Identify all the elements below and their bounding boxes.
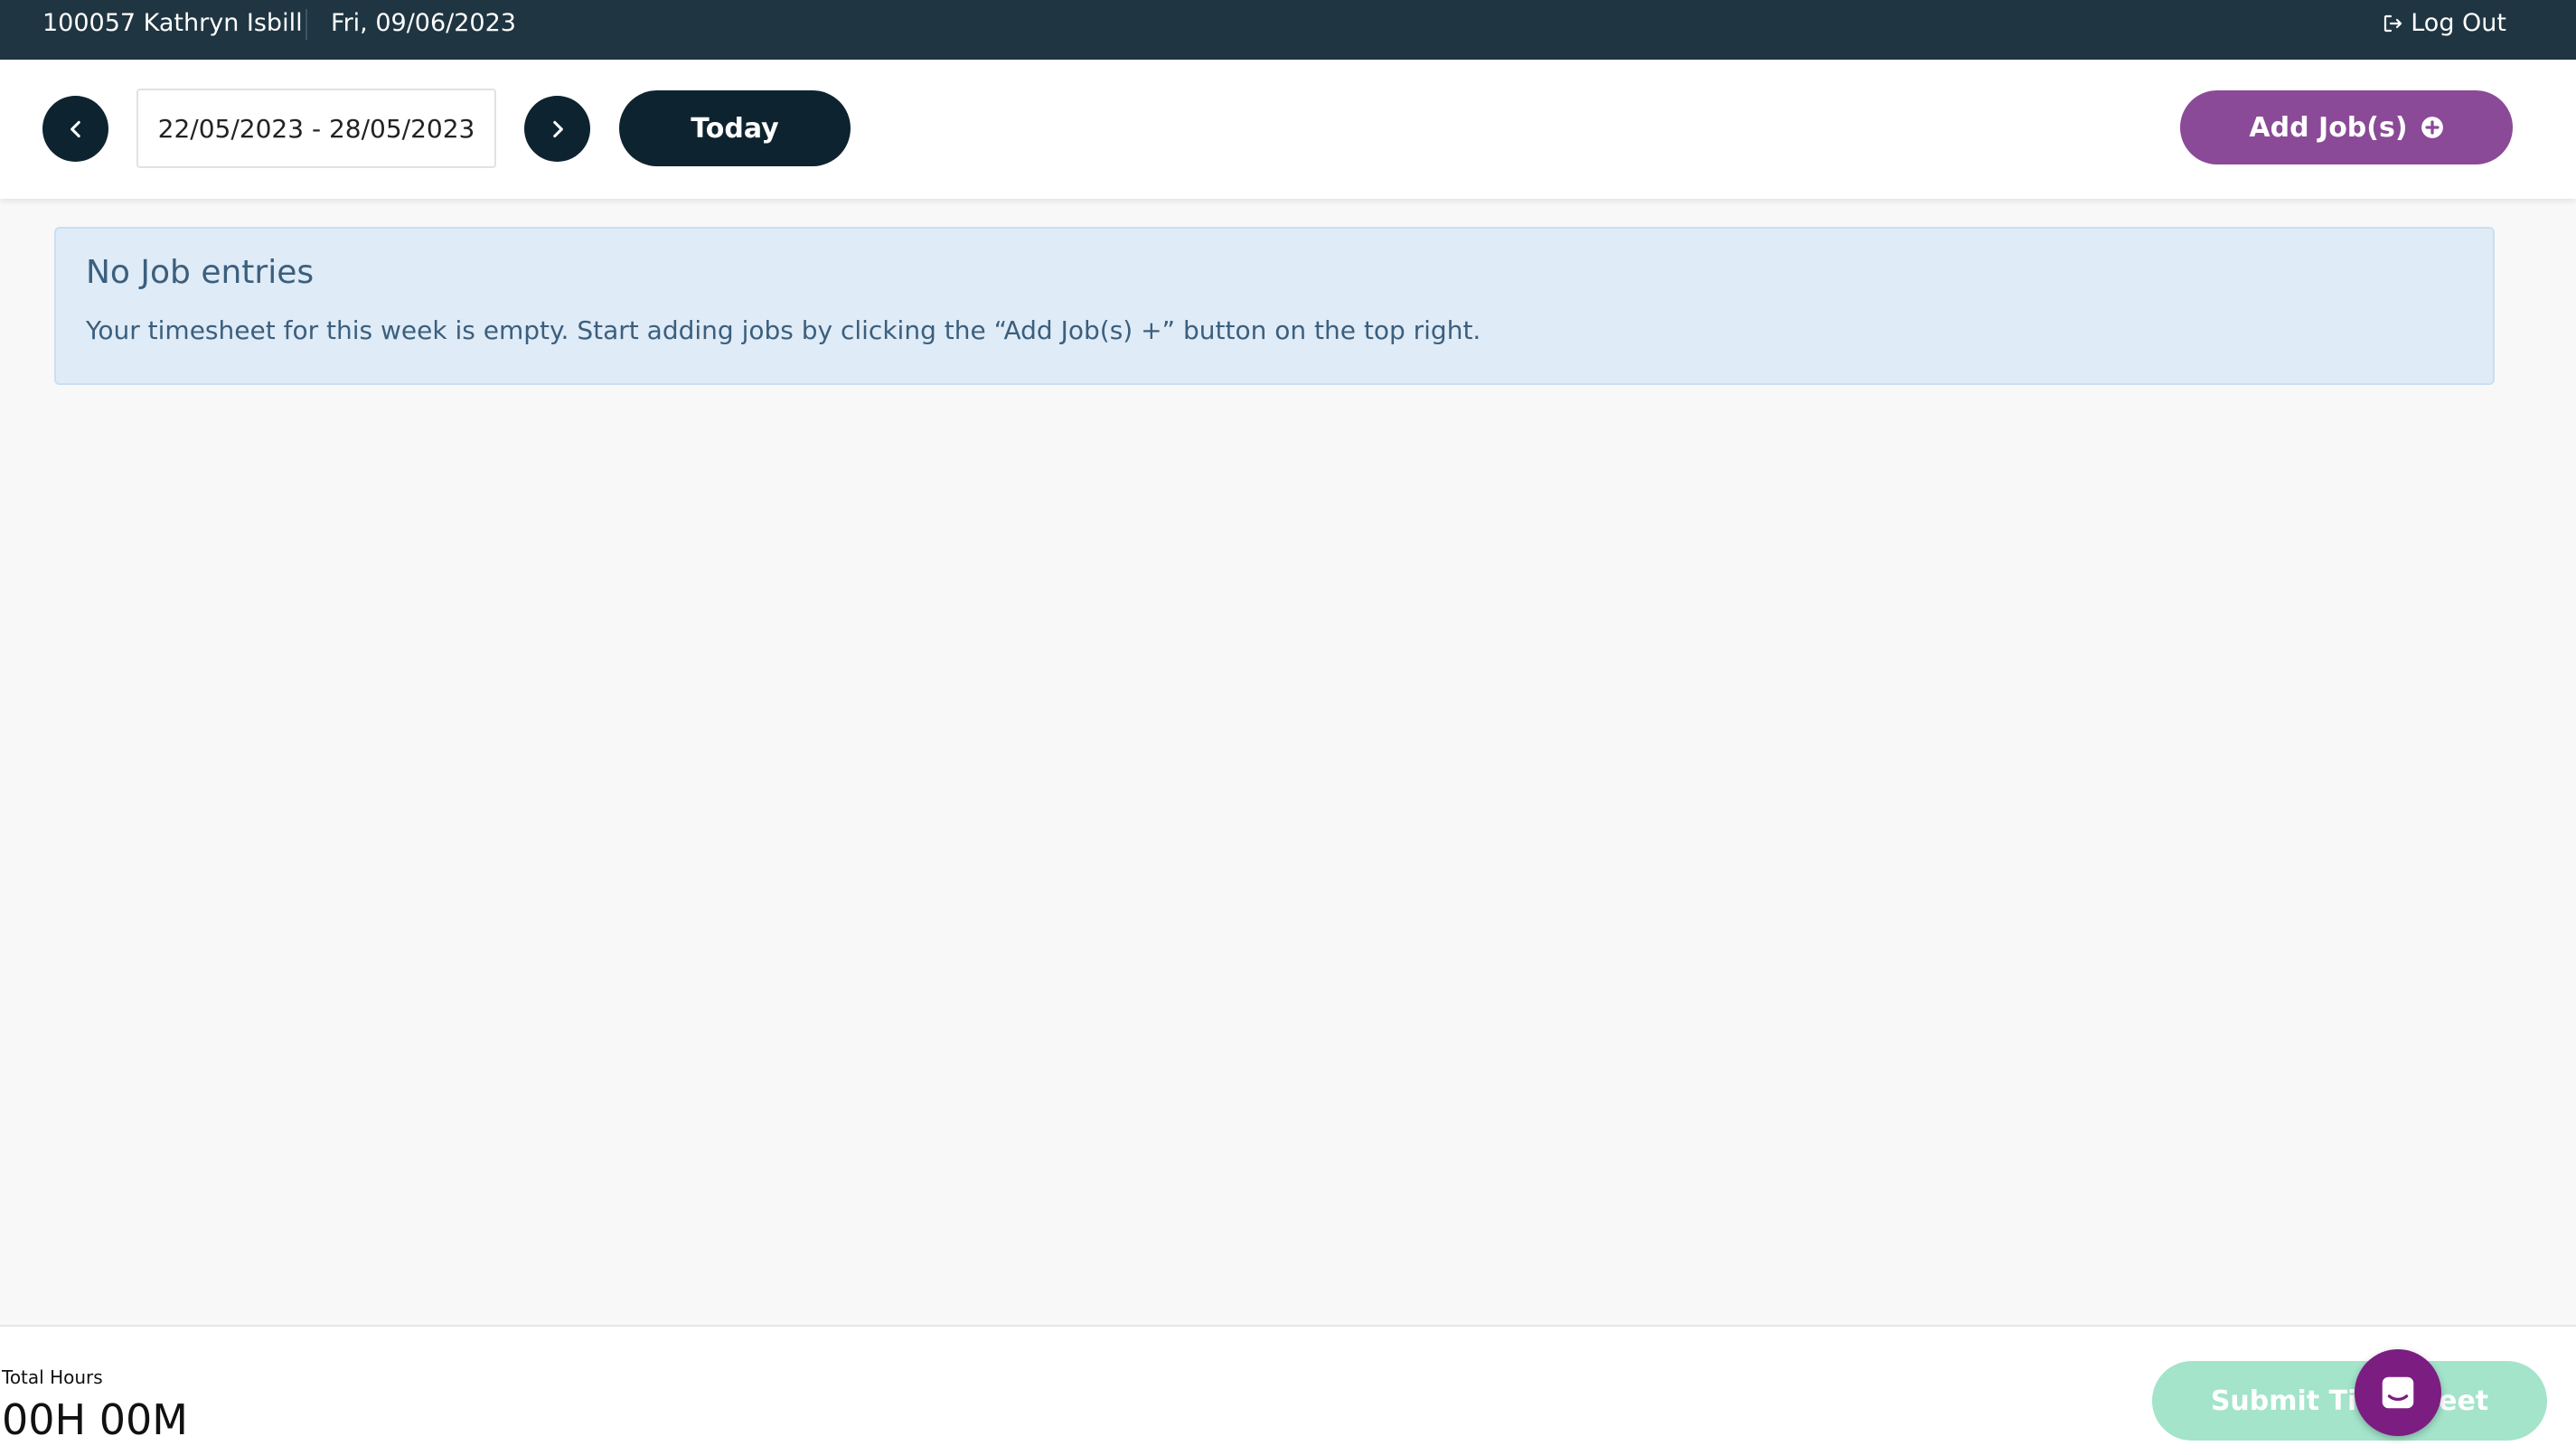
chat-launcher-button[interactable] — [2355, 1349, 2441, 1436]
timesheet-footer: Total Hours 00H 00M Submit Timesheet — [0, 1325, 2576, 1455]
current-date: Fri, 09/06/2023 — [331, 9, 516, 37]
no-jobs-alert: No Job entries Your timesheet for this w… — [54, 227, 2495, 385]
plus-circle-icon — [2421, 117, 2443, 138]
next-week-button[interactable] — [524, 96, 590, 162]
alert-title: No Job entries — [86, 254, 315, 291]
alert-message: Your timesheet for this week is empty. S… — [86, 315, 1481, 345]
today-button[interactable]: Today — [619, 90, 851, 166]
chevron-right-icon — [552, 120, 563, 137]
previous-week-button[interactable] — [42, 96, 108, 162]
logout-link[interactable]: Log Out — [2382, 0, 2506, 47]
chat-icon — [2382, 1376, 2414, 1409]
add-jobs-button[interactable]: Add Job(s) — [2180, 90, 2513, 164]
chevron-left-icon — [70, 120, 80, 137]
user-info: 100057 Kathryn Isbill — [42, 9, 303, 37]
topbar-divider — [306, 9, 307, 40]
submit-timesheet-button[interactable]: Submit Timesheet — [2152, 1361, 2547, 1441]
date-range-input[interactable] — [136, 89, 496, 168]
top-bar: 100057 Kathryn Isbill Fri, 09/06/2023 Lo… — [0, 0, 2576, 60]
total-hours-value: 00H 00M — [2, 1395, 188, 1444]
week-toolbar: Today Add Job(s) — [0, 60, 2576, 199]
sign-out-icon — [2384, 14, 2402, 33]
total-hours-label: Total Hours — [2, 1366, 103, 1388]
logout-label: Log Out — [2411, 9, 2506, 37]
add-jobs-label: Add Job(s) — [2249, 111, 2408, 144]
